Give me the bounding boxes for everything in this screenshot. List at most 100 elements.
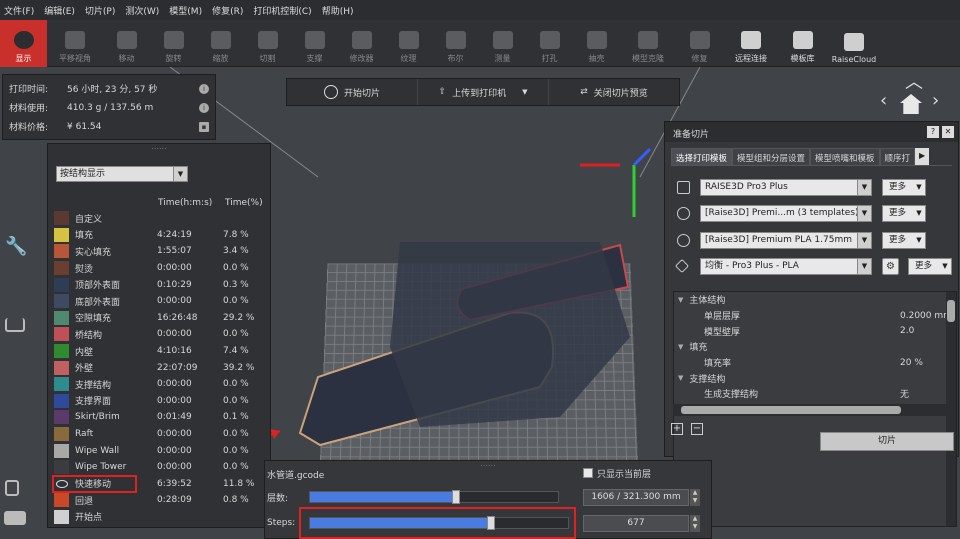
tree-category[interactable]: ▼ 主体结构 — [674, 292, 956, 308]
menu-item[interactable]: 测次(W) — [125, 4, 159, 17]
color-swatch[interactable] — [54, 443, 69, 458]
toolbar-button[interactable]: 移动 — [103, 20, 150, 67]
collapse-icon[interactable]: ▼ — [678, 343, 683, 351]
scroll-thumb[interactable] — [681, 406, 901, 414]
tree-value[interactable]: 20 % — [900, 358, 923, 368]
tree-value[interactable]: 0.2000 mm — [900, 311, 952, 321]
tree-category[interactable]: ▼ 填充 — [674, 339, 956, 355]
color-swatch[interactable] — [54, 294, 69, 309]
chevron-right-icon[interactable]: › — [932, 90, 939, 111]
save-icon[interactable]: ▪ — [199, 121, 209, 132]
tree-category[interactable]: ▼ 支撑结构 — [674, 370, 956, 386]
only-current-layer-checkbox[interactable] — [583, 468, 593, 478]
horizontal-scrollbar[interactable] — [673, 404, 947, 416]
legend-row[interactable]: 自定义 — [54, 210, 266, 227]
close-icon[interactable]: ✕ — [942, 126, 954, 138]
printer-select[interactable]: RAISE3D Pro3 Plus ▼ — [700, 179, 872, 196]
chevron-left-icon[interactable]: ‹ — [880, 90, 887, 111]
toolbar-button[interactable]: 远程连接 — [723, 20, 779, 67]
steps-spinner[interactable]: ▲ ▼ — [690, 515, 700, 532]
start-slice-button[interactable]: 开始切片 — [287, 79, 418, 105]
legend-row[interactable]: 回退 0:28:09 0.8 % — [54, 492, 266, 509]
toolbar-button[interactable]: 打孔 — [526, 20, 573, 67]
vertical-scrollbar[interactable] — [946, 292, 956, 526]
layer-slider-handle[interactable] — [452, 490, 460, 504]
tab[interactable]: 模型喷嘴和模板 — [810, 148, 880, 165]
legend-row[interactable]: 开始点 — [54, 509, 266, 526]
color-swatch[interactable] — [54, 310, 69, 325]
toolbar-button[interactable]: 抽壳 — [573, 20, 620, 67]
steps-value[interactable]: 677 — [583, 515, 689, 532]
color-swatch[interactable] — [54, 227, 69, 242]
legend-row[interactable]: 桥结构 0:00:00 0.0 % — [54, 326, 266, 343]
menu-item[interactable]: 文件(F) — [4, 4, 34, 17]
color-swatch[interactable] — [54, 344, 69, 359]
menu-item[interactable]: 模型(M) — [169, 4, 202, 17]
collapse-icon[interactable]: ▼ — [678, 296, 683, 304]
legend-row[interactable]: Raft 0:00:00 0.0 % — [54, 426, 266, 443]
tab[interactable]: 顺序打 — [879, 148, 916, 165]
legend-row[interactable]: 填充 4:24:19 7.8 % — [54, 227, 266, 244]
upload-printer-button[interactable]: ⇧ 上传到打印机 ▼ — [418, 79, 549, 105]
filament-more-button[interactable]: 更多 ▼ — [882, 232, 926, 249]
info-icon[interactable]: i — [199, 102, 209, 113]
tab[interactable]: 模型组和分层设置 — [732, 148, 811, 165]
tree-value[interactable]: 无 — [900, 387, 909, 400]
help-icon[interactable]: ? — [927, 126, 939, 138]
color-swatch[interactable] — [54, 509, 69, 524]
keyboard-icon[interactable] — [4, 511, 26, 525]
color-swatch[interactable] — [54, 360, 69, 375]
toolbar-button[interactable]: 修改器 — [338, 20, 385, 67]
color-swatch[interactable] — [54, 493, 69, 508]
printer-more-button[interactable]: 更多 ▼ — [882, 179, 926, 196]
legend-row[interactable]: 支撑结构 0:00:00 0.0 % — [54, 376, 266, 393]
export-icon[interactable] — [5, 318, 25, 332]
legend-row[interactable]: Wipe Wall 0:00:00 0.0 % — [54, 442, 266, 459]
legend-row[interactable]: 内壁 4:10:16 7.4 % — [54, 343, 266, 360]
toolbar-button[interactable]: 显示 — [0, 20, 47, 67]
toolbar-button[interactable]: 纹理 — [385, 20, 432, 67]
panel-grip[interactable]: ...... — [48, 143, 270, 152]
tree-item[interactable]: 生成支撑结构 无 — [674, 386, 956, 402]
legend-row[interactable]: 熨烫 0:00:00 0.0 % — [54, 260, 266, 277]
tree-item[interactable]: 单层层厚 0.2000 mm — [674, 308, 956, 324]
wrench-icon[interactable]: 🔧 — [5, 236, 27, 257]
color-swatch[interactable] — [54, 261, 69, 276]
tab-scroll-right-icon[interactable]: ▶ — [915, 148, 930, 165]
layer-value[interactable]: 1606 / 321.300 mm — [583, 489, 689, 506]
menu-item[interactable]: 切片(P) — [85, 4, 115, 17]
toolbar-button[interactable]: 平移视角 — [47, 20, 103, 67]
legend-row[interactable]: 底部外表面 0:00:00 0.0 % — [54, 293, 266, 310]
color-swatch[interactable] — [54, 277, 69, 292]
tree-item[interactable]: 填充率 20 % — [674, 355, 956, 371]
toolbar-button[interactable]: RaiseCloud — [826, 20, 882, 67]
legend-row[interactable]: 空隙填充 16:26:48 29.2 % — [54, 310, 266, 327]
color-swatch[interactable] — [54, 460, 69, 475]
chevron-up-icon[interactable]: ︿ — [905, 68, 923, 94]
gear-icon[interactable]: ⚙ — [882, 258, 899, 275]
add-icon[interactable]: + — [671, 423, 683, 435]
menu-item[interactable]: 帮助(H) — [322, 4, 354, 17]
slice-button[interactable]: 切片 — [820, 432, 954, 451]
legend-row[interactable]: 顶部外表面 0:10:29 0.3 % — [54, 276, 266, 293]
profile-select[interactable]: 均衡 - Pro3 Plus - PLA ▼ — [700, 258, 872, 275]
profile-more-button[interactable]: 更多 ▼ — [908, 258, 952, 275]
tree-value[interactable]: 2.0 — [900, 326, 914, 336]
template-more-button[interactable]: 更多 ▼ — [882, 205, 926, 222]
chevron-down-icon[interactable]: ▼ — [522, 88, 527, 96]
legend-row[interactable]: 支撑界面 0:00:00 0.0 % — [54, 393, 266, 410]
layer-slider[interactable] — [309, 490, 559, 504]
toolbar-button[interactable]: 支撑 — [291, 20, 338, 67]
legend-row[interactable]: Skirt/Brim 0:01:49 0.1 % — [54, 409, 266, 426]
toolbar-button[interactable]: 模型克隆 — [620, 20, 676, 67]
legend-row[interactable]: 外壁 22:07:09 39.2 % — [54, 359, 266, 376]
toolbar-button[interactable]: 模板库 — [779, 20, 826, 67]
color-swatch[interactable] — [54, 327, 69, 342]
color-swatch[interactable] — [54, 410, 69, 425]
toolbar-button[interactable]: 修复 — [676, 20, 723, 67]
color-swatch[interactable] — [54, 393, 69, 408]
toolbar-button[interactable]: 缩放 — [197, 20, 244, 67]
legend-mode-dropdown[interactable]: 按结构显示 ▼ — [56, 166, 188, 182]
toolbar-button[interactable]: 测量 — [479, 20, 526, 67]
toolbar-button[interactable]: 布尔 — [432, 20, 479, 67]
